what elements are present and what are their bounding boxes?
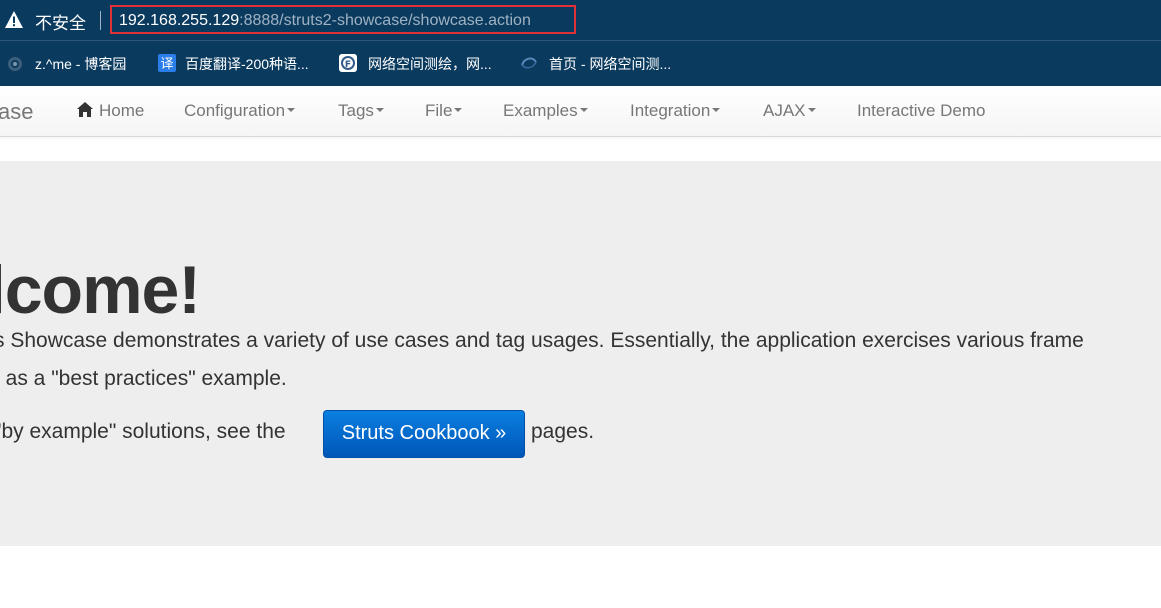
- nav-label: Examples: [503, 101, 578, 120]
- url-field[interactable]: 192.168.255.129:8888/struts2-showcase/sh…: [110, 5, 576, 34]
- bookmark-label: z.^me - 博客园: [35, 56, 127, 72]
- nav-label: Interactive Demo: [857, 101, 986, 120]
- nav-label: AJAX: [763, 101, 806, 120]
- nav-label: File: [425, 101, 453, 120]
- url-text[interactable]: 192.168.255.129:8888/struts2-showcase/sh…: [119, 12, 531, 30]
- cookbook-text-after: pages.: [531, 420, 595, 443]
- caret-down-icon: [454, 107, 463, 112]
- caret-down-icon: [712, 107, 721, 112]
- nav-examples-dropdown[interactable]: Examples: [503, 101, 588, 121]
- fofa-icon: F: [339, 54, 357, 72]
- bookmark-label: 网络空间测绘，网...: [368, 56, 492, 72]
- address-divider: [100, 11, 101, 30]
- caret-down-icon: [579, 107, 588, 112]
- struts-cookbook-button[interactable]: Struts Cookbook »: [323, 410, 525, 458]
- bookmark-label: 首页 - 网络空间测...: [549, 56, 672, 72]
- bookmark-label: 百度翻译-200种语...: [185, 56, 309, 72]
- browser-address-bar: 不安全 192.168.255.129:8888/struts2-showcas…: [0, 0, 1161, 40]
- navbar-brand[interactable]: ase: [0, 99, 33, 125]
- url-host: 192.168.255.129: [119, 12, 240, 29]
- intro-paragraph-line2: t as a "best practices" example.: [0, 367, 287, 390]
- nav-label: Integration: [630, 101, 711, 120]
- nav-interactive-demo[interactable]: Interactive Demo: [857, 101, 986, 121]
- top-navbar: ase Home Configuration Tags File Example…: [0, 86, 1161, 137]
- nav-label: Tags: [338, 101, 374, 120]
- nav-tags-dropdown[interactable]: Tags: [338, 101, 384, 121]
- caret-down-icon: [807, 107, 816, 112]
- blog-icon: [8, 57, 22, 71]
- nav-home[interactable]: Home: [77, 101, 144, 121]
- nav-configuration-dropdown[interactable]: Configuration: [184, 101, 296, 121]
- warning-icon[interactable]: [4, 10, 24, 30]
- nav-home-label: Home: [99, 101, 145, 120]
- url-path: :8888/struts2-showcase/showcase.action: [239, 12, 531, 29]
- svg-text:译: 译: [160, 57, 173, 72]
- caret-down-icon: [375, 107, 384, 112]
- intro-paragraph-line1: s Showcase demonstrates a variety of use…: [0, 329, 1084, 352]
- zoomeye-icon: [521, 57, 537, 69]
- nav-label: Configuration: [184, 101, 286, 120]
- nav-integration-dropdown[interactable]: Integration: [630, 101, 721, 121]
- translate-icon: 译: [158, 54, 176, 72]
- caret-down-icon: [287, 107, 296, 112]
- nav-ajax-dropdown[interactable]: AJAX: [763, 101, 816, 121]
- svg-text:F: F: [345, 60, 351, 70]
- security-status-label[interactable]: 不安全: [35, 9, 86, 34]
- welcome-jumbotron: elcome! s Showcase demonstrates a variet…: [0, 161, 1161, 546]
- home-icon: [77, 102, 93, 117]
- cookbook-text-before: "by example" solutions, see the: [0, 420, 286, 443]
- nav-file-dropdown[interactable]: File: [425, 101, 463, 121]
- welcome-heading: elcome!: [0, 252, 201, 328]
- bookmarks-bar: z.^me - 博客园 译 百度翻译-200种语... F 网络空间测绘，网..…: [0, 40, 1161, 86]
